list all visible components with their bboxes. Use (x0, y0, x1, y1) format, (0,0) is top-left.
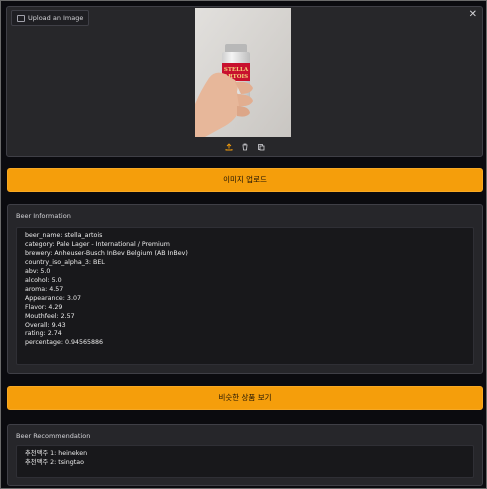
beer-can-photo: STELLA ARTOIS (195, 8, 291, 137)
info-line: beer_name: stella_artois (25, 232, 103, 239)
beer-recommendation-panel: Beer Recommendation 추천맥주 1: heineken 추천맥… (7, 424, 483, 486)
image-upload-panel[interactable]: Upload an Image ✕ STELLA ARTOIS (6, 6, 483, 157)
beer-information-title: Beer Information (16, 212, 71, 220)
recommendation-line: 추천맥주 2: tsingtao (25, 458, 84, 466)
beer-recommendation-title: Beer Recommendation (16, 432, 91, 440)
image-toolbar (7, 138, 482, 156)
clipboard-icon[interactable] (256, 142, 266, 152)
trash-icon[interactable] (240, 142, 250, 152)
info-line: Overall: 9.43 (25, 321, 66, 329)
info-line: alcohol: 5.0 (25, 276, 62, 284)
info-line: aroma: 4.57 (25, 285, 64, 293)
close-icon[interactable]: ✕ (469, 9, 477, 20)
info-line: country_iso_alpha_3: BEL (25, 258, 105, 266)
beer-information-panel: Beer Information beer_name: stella_artoi… (7, 204, 483, 374)
info-line: Flavor: 4.29 (25, 303, 63, 311)
image-icon (17, 14, 25, 22)
similar-products-button[interactable]: 비슷한 상품 보기 (7, 386, 483, 410)
upload-image-button[interactable]: 이미지 업로드 (7, 168, 483, 192)
beer-information-textbox[interactable]: beer_name: stella_artois category: Pale … (16, 227, 474, 365)
info-line: brewery: Anheuser-Busch InBev Belgium (A… (25, 249, 188, 257)
uploaded-photo: STELLA ARTOIS (195, 8, 291, 137)
can-brand-text: STELLA (224, 67, 249, 73)
info-line: abv: 5.0 (25, 267, 51, 275)
info-line: category: Pale Lager - International / P… (25, 240, 170, 248)
app-frame: Upload an Image ✕ STELLA ARTOIS 이미지 업로드 … (0, 0, 487, 489)
upload-label: Upload an Image (11, 10, 90, 26)
upload-label-text: Upload an Image (28, 14, 84, 22)
info-line: Mouthfeel: 2.57 (25, 312, 75, 320)
info-line: percentage: 0.94565886 (25, 339, 104, 347)
recommendation-line: 추천맥주 1: heineken (25, 450, 88, 457)
upload-icon[interactable] (224, 142, 234, 152)
info-line: rating: 2.74 (25, 330, 62, 338)
info-line: Appearance: 3.07 (25, 294, 81, 302)
beer-recommendation-textbox[interactable]: 추천맥주 1: heineken 추천맥주 2: tsingtao (16, 445, 474, 478)
